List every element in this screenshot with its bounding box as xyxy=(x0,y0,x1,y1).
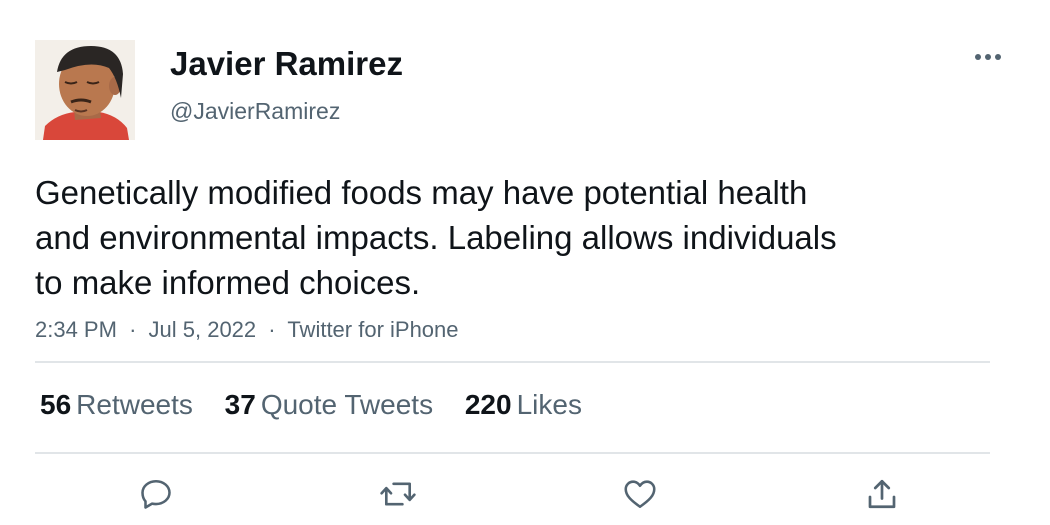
meta-separator: · xyxy=(129,317,137,342)
likes-count: 220 xyxy=(464,389,512,420)
avatar[interactable] xyxy=(35,40,135,140)
meta-separator: · xyxy=(268,317,276,342)
likes-label: Likes xyxy=(516,389,582,420)
retweet-icon xyxy=(380,482,416,506)
quote-tweets-count: 37 xyxy=(224,389,256,420)
tweet-text-line: to make informed choices. xyxy=(35,264,421,301)
tweet-source[interactable]: Twitter for iPhone xyxy=(287,317,458,342)
retweets-count: 56 xyxy=(40,389,72,420)
share-icon xyxy=(868,479,896,509)
reply-icon xyxy=(141,479,171,509)
engagement-stats: 56 Retweets 37 Quote Tweets 220 Likes xyxy=(40,388,606,422)
author-handle[interactable]: @JavierRamirez xyxy=(170,97,340,125)
tweet-text-line: and environmental impacts. Labeling allo… xyxy=(35,219,837,256)
more-horizontal-icon xyxy=(975,54,1001,60)
tweet-date[interactable]: Jul 5, 2022 xyxy=(149,317,257,342)
quote-tweets-stat[interactable]: 37 Quote Tweets xyxy=(225,388,433,422)
author-display-name[interactable]: Javier Ramirez xyxy=(170,44,403,84)
like-button[interactable] xyxy=(620,474,660,514)
divider xyxy=(35,361,990,363)
share-button[interactable] xyxy=(862,474,902,514)
reply-button[interactable] xyxy=(136,474,176,514)
avatar-photo xyxy=(35,40,135,140)
quote-tweets-label: Quote Tweets xyxy=(260,389,434,420)
retweets-stat[interactable]: 56 Retweets xyxy=(40,388,193,422)
divider xyxy=(35,452,990,454)
tweet-text: Genetically modified foods may have pote… xyxy=(35,170,935,305)
likes-stat[interactable]: 220 Likes xyxy=(465,388,582,422)
heart-icon xyxy=(624,480,656,509)
more-options-button[interactable] xyxy=(970,44,1006,70)
retweet-button[interactable] xyxy=(378,474,418,514)
tweet-time[interactable]: 2:34 PM xyxy=(35,317,117,342)
tweet-metadata: 2:34 PM · Jul 5, 2022 · Twitter for iPho… xyxy=(35,316,459,344)
tweet-detail: Javier Ramirez @JavierRamirez Geneticall… xyxy=(0,0,1050,525)
tweet-text-line: Genetically modified foods may have pote… xyxy=(35,174,808,211)
retweets-label: Retweets xyxy=(76,389,193,420)
